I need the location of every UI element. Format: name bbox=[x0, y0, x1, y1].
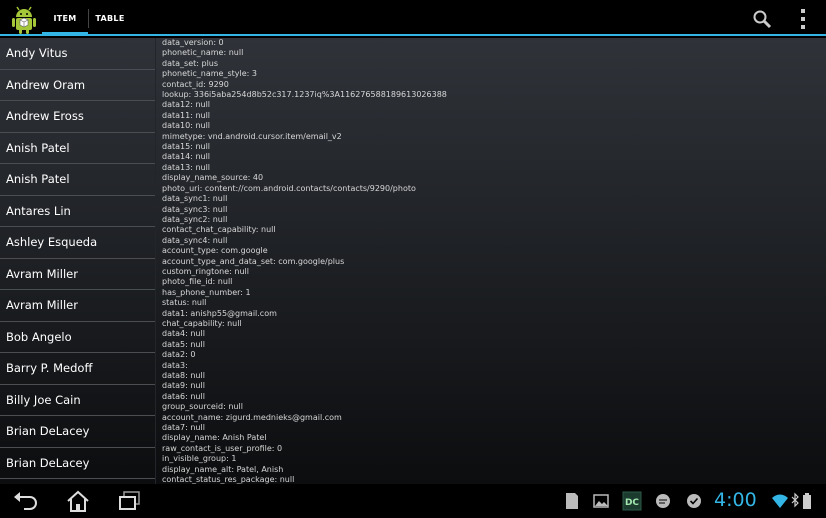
recent-apps-icon bbox=[119, 491, 140, 510]
bluetooth-icon[interactable] bbox=[791, 491, 799, 511]
detail-line: data15: null bbox=[162, 142, 211, 152]
overflow-dot bbox=[801, 25, 805, 29]
contact-list[interactable]: Andy Vitus Andrew Oram Andrew Eross Anis… bbox=[0, 38, 155, 484]
detail-line: status: null bbox=[162, 298, 207, 308]
detail-line: in_visible_group: 1 bbox=[162, 454, 237, 464]
detail-line: data_sync4: null bbox=[162, 235, 228, 245]
detail-line: data2: 0 bbox=[162, 350, 196, 360]
detail-line: data12: null bbox=[162, 100, 211, 110]
list-item[interactable]: Anish Patel bbox=[0, 133, 155, 164]
overflow-dot bbox=[801, 17, 805, 21]
battery-icon[interactable] bbox=[801, 491, 813, 511]
detail-line: data_version: 0 bbox=[162, 38, 224, 47]
tab-item-label: ITEM bbox=[53, 13, 77, 23]
detail-line: raw_contact_is_user_profile: 0 bbox=[162, 443, 283, 453]
detail-line: data11: null bbox=[162, 110, 211, 120]
svg-text:DC: DC bbox=[625, 498, 639, 508]
list-item[interactable]: Avram Miller bbox=[0, 290, 155, 322]
android-app-icon[interactable] bbox=[9, 4, 39, 34]
tab-divider bbox=[88, 9, 89, 28]
detail-line: contact_status_res_package: null bbox=[162, 475, 295, 484]
detail-line: photo_file_id: null bbox=[162, 277, 233, 287]
chat-bubble-icon[interactable] bbox=[654, 491, 672, 511]
detail-line: data5: null bbox=[162, 339, 205, 349]
detail-line: phonetic_name_style: 3 bbox=[162, 69, 257, 79]
detail-line: data8: null bbox=[162, 371, 205, 380]
system-bar: DC 4:00 bbox=[0, 484, 826, 518]
list-item[interactable]: Brian DeLacey bbox=[0, 448, 155, 479]
detail-line: data13: null bbox=[162, 162, 211, 172]
detail-line: account_name: zigurd.mednieks@gmail.com bbox=[162, 412, 342, 422]
detail-line: group_sourceid: null bbox=[162, 402, 243, 412]
list-item[interactable]: Billy Joe Cain bbox=[0, 385, 155, 416]
pane-divider bbox=[155, 38, 156, 484]
back-icon bbox=[14, 492, 37, 510]
detail-line: contact_chat_capability: null bbox=[162, 225, 276, 235]
sd-card-icon[interactable] bbox=[563, 491, 581, 511]
checkmark-icon[interactable] bbox=[685, 491, 703, 511]
detail-line: data_sync1: null bbox=[162, 194, 228, 204]
main-content: Andy Vitus Andrew Oram Andrew Eross Anis… bbox=[0, 38, 826, 484]
detail-line: data7: null bbox=[162, 423, 205, 433]
contact-detail-pane: data_version: 0 phonetic_name: null data_s… bbox=[162, 38, 822, 484]
list-item[interactable]: Ashley Esqueda bbox=[0, 227, 155, 259]
list-item[interactable]: Avram Miller bbox=[0, 259, 155, 290]
search-icon[interactable] bbox=[751, 8, 773, 30]
action-bar-underline bbox=[0, 34, 826, 36]
gallery-icon[interactable] bbox=[592, 491, 610, 511]
dc-app-icon[interactable]: DC bbox=[622, 491, 642, 511]
detail-line: data6: null bbox=[162, 391, 205, 401]
wifi-icon[interactable] bbox=[771, 491, 789, 511]
list-item[interactable]: Bob Angelo bbox=[0, 322, 155, 353]
detail-line: display_name_alt: Patel, Anish bbox=[162, 464, 284, 474]
detail-line: custom_ringtone: null bbox=[162, 266, 249, 276]
detail-line: chat_capability: null bbox=[162, 318, 242, 328]
list-item[interactable]: Andrew Eross bbox=[0, 101, 155, 133]
detail-line: data_sync2: null bbox=[162, 214, 228, 224]
list-item[interactable]: Andrew Oram bbox=[0, 70, 155, 101]
detail-line: data_set: plus bbox=[162, 58, 219, 68]
home-icon bbox=[67, 490, 89, 512]
detail-line: display_name_source: 40 bbox=[162, 173, 264, 183]
detail-line: lookup: 336i5aba254d8b52c317.1237iq%3A11… bbox=[162, 90, 447, 100]
list-item[interactable]: Andy Vitus bbox=[0, 38, 155, 70]
detail-line: contact_id: 9290 bbox=[162, 79, 229, 89]
detail-line: has_phone_number: 1 bbox=[162, 287, 251, 297]
detail-line: account_type_and_data_set: com.google/pl… bbox=[162, 256, 345, 266]
detail-line: mimetype: vnd.android.cursor.item/email_… bbox=[162, 131, 342, 141]
detail-line: data14: null bbox=[162, 152, 211, 162]
detail-line: display_name: Anish Patel bbox=[162, 433, 267, 443]
list-item[interactable]: Anish Patel bbox=[0, 164, 155, 196]
detail-line: data3: bbox=[162, 360, 188, 370]
detail-line: phonetic_name: null bbox=[162, 48, 244, 58]
overflow-menu-icon[interactable] bbox=[797, 9, 809, 29]
list-item[interactable]: Antares Lin bbox=[0, 196, 155, 227]
detail-line: data1: anishp55@gmail.com bbox=[162, 308, 277, 318]
detail-line: data_sync3: null bbox=[162, 204, 228, 214]
detail-line: account_type: com.google bbox=[162, 246, 268, 256]
detail-line: photo_uri: content://com.android.contact… bbox=[162, 183, 416, 193]
tab-table[interactable]: TABLE bbox=[91, 0, 129, 36]
detail-line: data10: null bbox=[162, 121, 211, 131]
tab-item[interactable]: ITEM bbox=[42, 0, 88, 36]
clock[interactable]: 4:00 bbox=[714, 489, 757, 511]
detail-line: data9: null bbox=[162, 381, 205, 391]
recent-apps-button[interactable] bbox=[115, 489, 145, 513]
back-button[interactable] bbox=[11, 489, 41, 513]
list-item[interactable]: Barry P. Medoff bbox=[0, 353, 155, 385]
tab-table-label: TABLE bbox=[95, 13, 125, 23]
overflow-dot bbox=[801, 9, 805, 13]
list-item[interactable]: Brian DeLacey bbox=[0, 416, 155, 448]
home-button[interactable] bbox=[63, 489, 93, 513]
action-bar: ITEM TABLE bbox=[0, 0, 826, 36]
detail-line: data4: null bbox=[162, 329, 205, 339]
